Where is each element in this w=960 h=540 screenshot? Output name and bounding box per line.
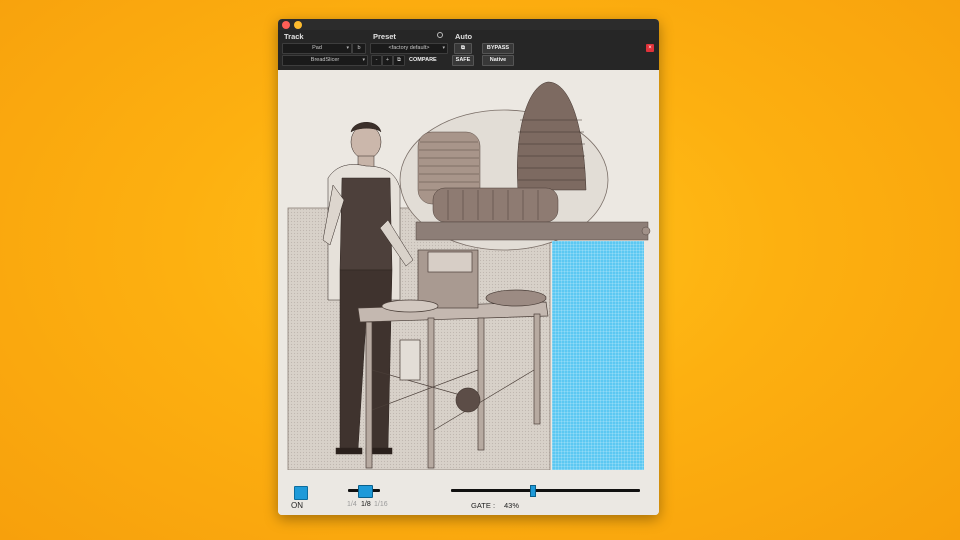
- preset-select[interactable]: <factory default> ▾: [370, 43, 448, 54]
- gate-slider-track[interactable]: [451, 489, 640, 492]
- plugin-canvas: [278, 70, 659, 473]
- rate-option-quarter[interactable]: 1/4: [347, 501, 357, 508]
- plugin-window: Track Preset Auto Pad ▾ b BreadSlicer ▾ …: [278, 19, 659, 515]
- track-slot-select[interactable]: b: [352, 43, 366, 54]
- plugin-close-icon[interactable]: ×: [646, 44, 654, 52]
- plugin-select[interactable]: BreadSlicer ▾: [282, 55, 368, 66]
- track-slot: b: [357, 45, 361, 51]
- gate-meter: [552, 241, 644, 473]
- previous-preset-button[interactable]: -: [371, 55, 382, 66]
- auto-label: Auto: [455, 32, 473, 41]
- track-select[interactable]: Pad ▾: [282, 43, 352, 54]
- gate-slider-thumb[interactable]: [530, 485, 536, 497]
- next-preset-label: +: [385, 57, 390, 63]
- title-bar: [278, 19, 659, 30]
- control-footer: ON 1/4 1/8 1/16 GATE : 43%: [278, 470, 659, 515]
- chevron-down-icon: ▾: [346, 45, 349, 51]
- copy-icon[interactable]: ⧉: [454, 43, 472, 54]
- next-preset-button[interactable]: +: [382, 55, 393, 66]
- preset-label: Preset: [373, 32, 396, 41]
- rate-option-sixteenth[interactable]: 1/16: [374, 501, 388, 508]
- gate-value: 43%: [504, 501, 520, 510]
- on-label: ON: [291, 501, 303, 510]
- preset-value: <factory default>: [388, 45, 430, 51]
- chevron-down-icon: ▾: [442, 45, 445, 51]
- gate-label: GATE :: [471, 501, 496, 510]
- track-name: Pad: [312, 45, 322, 51]
- plugin-name: BreadSlicer: [310, 57, 340, 63]
- native-button[interactable]: Native: [482, 55, 514, 66]
- close-window-button[interactable]: [282, 21, 290, 29]
- rate-slider-thumb[interactable]: [358, 485, 373, 498]
- minimize-window-button[interactable]: [294, 21, 302, 29]
- track-label: Track: [284, 32, 304, 41]
- previous-preset-label: -: [375, 57, 378, 63]
- compare-button[interactable]: COMPARE: [409, 56, 437, 65]
- copy-settings-icon[interactable]: ⧉: [393, 55, 405, 66]
- plugin-header: Track Preset Auto Pad ▾ b BreadSlicer ▾ …: [278, 30, 659, 70]
- preset-settings-icon[interactable]: [437, 32, 443, 38]
- rate-option-eighth[interactable]: 1/8: [361, 501, 371, 508]
- safe-button[interactable]: SAFE: [452, 55, 474, 66]
- on-toggle[interactable]: [294, 486, 308, 500]
- bypass-button[interactable]: BYPASS: [482, 43, 514, 54]
- chevron-down-icon: ▾: [362, 57, 365, 63]
